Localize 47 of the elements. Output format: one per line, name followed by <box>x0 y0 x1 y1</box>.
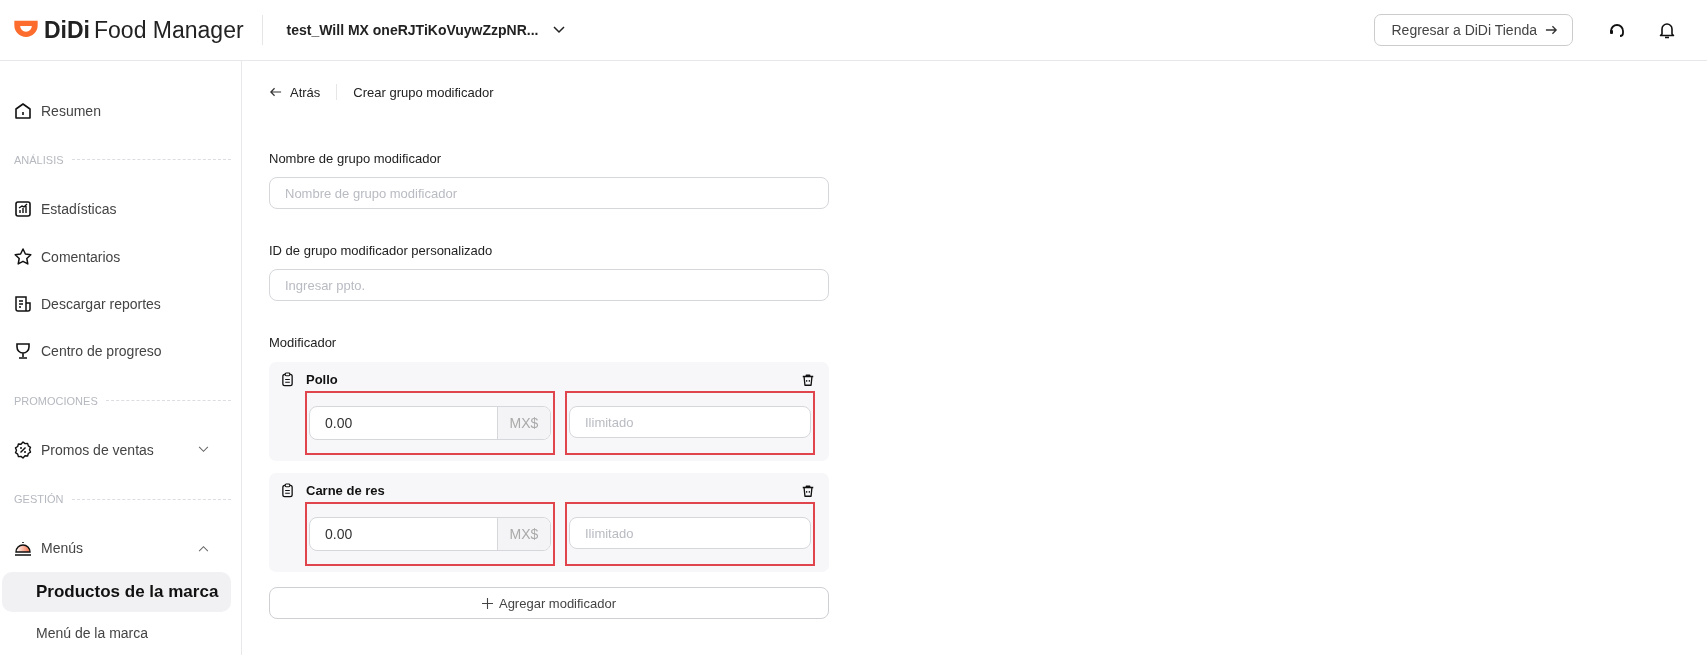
page-title: Crear grupo modificador <box>353 84 494 100</box>
trash-icon[interactable] <box>801 483 815 498</box>
section-heading: GESTIÓN <box>14 493 64 506</box>
sidebar-item[interactable]: Menús <box>2 524 231 573</box>
report-icon <box>13 293 33 314</box>
bell-icon[interactable] <box>1657 20 1677 40</box>
clipboard-icon <box>281 483 294 498</box>
limit-field[interactable]: Ilimitado <box>569 406 811 438</box>
arrow-left-icon <box>269 87 282 97</box>
logo-brand: DiDi <box>44 16 90 44</box>
modifier-name: Pollo <box>306 372 339 387</box>
home-icon <box>13 100 33 121</box>
discount-icon <box>13 439 33 460</box>
sidebar-item[interactable]: Estadísticas <box>2 185 231 233</box>
price-field[interactable]: 0.00 MX$ <box>309 517 551 551</box>
section-heading: ANÁLISIS <box>14 153 64 166</box>
input-field[interactable]: Nombre de grupo modificador <box>269 177 829 209</box>
back-link[interactable]: Atrás <box>269 84 321 100</box>
clipboard-icon <box>281 372 294 387</box>
field-label: ID de grupo modificador personalizado <box>269 243 494 258</box>
store-selector[interactable]: test_Will MX oneRJTiKoVuywZzpNR... <box>286 22 565 38</box>
currency-addon: MX$ <box>497 407 550 439</box>
logo-product: Food Manager <box>94 16 244 44</box>
price-field[interactable]: 0.00 MX$ <box>309 406 551 440</box>
return-button[interactable]: Regresar a DiDi Tienda <box>1374 14 1573 46</box>
add-modifier-button[interactable]: Agregar modificador <box>269 587 829 619</box>
arrow-right-icon <box>1545 25 1558 35</box>
chart-icon <box>13 199 33 220</box>
sidebar-item[interactable]: Promos de ventas <box>2 426 231 474</box>
trophy-icon <box>13 341 33 362</box>
star-icon <box>13 246 33 267</box>
plus-icon <box>481 597 493 609</box>
sidebar-item[interactable]: Comentarios <box>2 232 231 281</box>
sidebar-subitem[interactable]: Menú de la marca <box>2 613 231 653</box>
limit-field[interactable]: Ilimitado <box>569 517 811 549</box>
sidebar-item[interactable]: Resumen <box>2 87 231 135</box>
modifier-name: Carne de res <box>306 483 386 498</box>
section-label: Modificador <box>269 335 338 350</box>
sidebar-item[interactable]: Descargar reportes <box>2 280 231 328</box>
input-field[interactable]: Ingresar ppto. <box>269 269 829 301</box>
sidebar-item[interactable]: Centro de progreso <box>2 327 231 375</box>
field-label: Nombre de grupo modificador <box>269 151 442 166</box>
trash-icon[interactable] <box>801 372 815 387</box>
chevron-down-icon <box>552 26 565 34</box>
section-heading: PROMOCIONES <box>14 394 98 407</box>
sidebar-subitem[interactable]: Productos de la marca <box>2 572 231 612</box>
currency-addon: MX$ <box>497 518 550 550</box>
